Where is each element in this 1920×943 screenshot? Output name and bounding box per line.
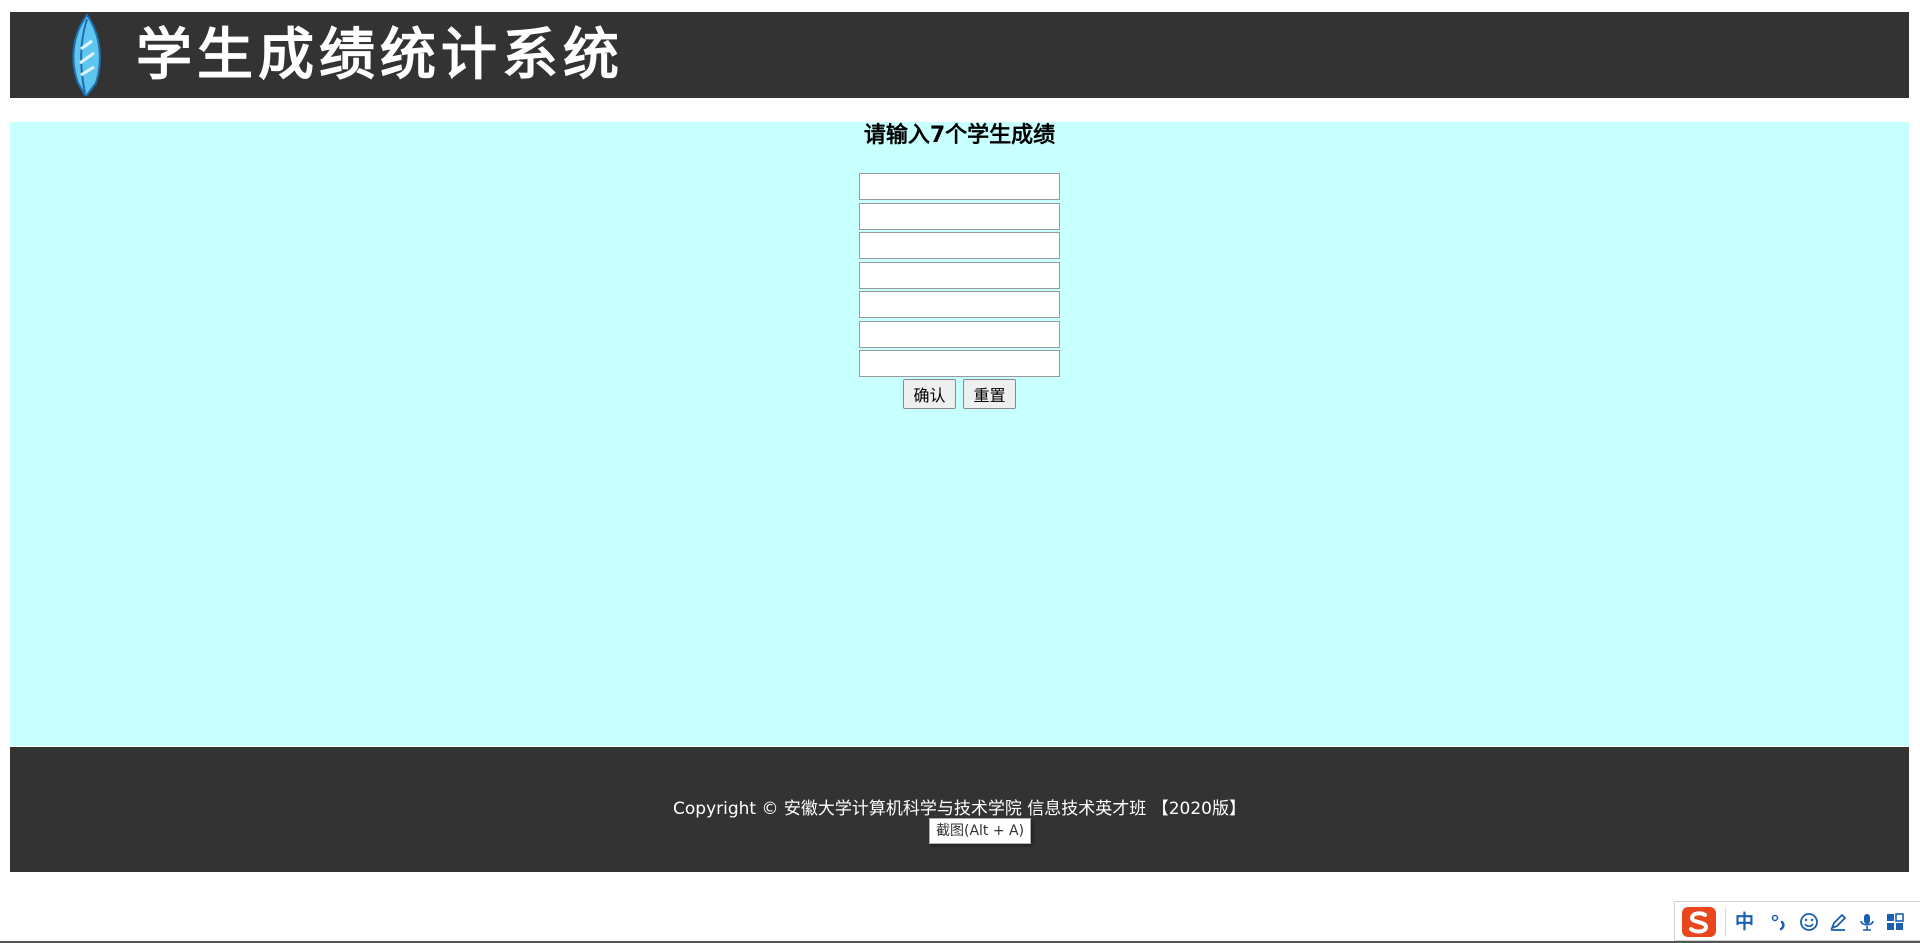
reset-button[interactable]: 重置 (963, 379, 1016, 409)
microphone-icon[interactable] (1857, 912, 1877, 932)
score-input-5[interactable] (859, 291, 1060, 318)
score-input-4[interactable] (859, 262, 1060, 289)
screenshot-tooltip: 截图(Alt + A) (929, 818, 1032, 844)
score-input-1[interactable] (859, 173, 1060, 200)
toolbox-icon[interactable] (1885, 912, 1905, 932)
score-input-7[interactable] (859, 350, 1060, 377)
main-content: 请输入7个学生成绩 确认 重置 (10, 122, 1909, 746)
score-input-6[interactable] (859, 321, 1060, 348)
site-title: 学生成绩统计系统 (136, 22, 624, 88)
ime-separator (1725, 908, 1726, 936)
feather-icon (72, 13, 101, 96)
punctuation-icon[interactable] (1770, 912, 1790, 932)
emoji-icon[interactable] (1799, 912, 1819, 932)
ime-toolbar: 中 (1674, 901, 1920, 941)
site-header: 学生成绩统计系统 (10, 12, 1909, 98)
confirm-button[interactable]: 确认 (903, 379, 956, 409)
form-heading: 请输入7个学生成绩 (863, 123, 1056, 148)
score-input-2[interactable] (859, 203, 1060, 230)
brush-icon[interactable] (1828, 912, 1848, 932)
sogou-s-icon[interactable] (1681, 906, 1717, 938)
score-input-3[interactable] (859, 232, 1060, 259)
site-footer: Copyright © 安徽大学计算机科学与技术学院 信息技术英才班 【2020… (10, 747, 1909, 872)
ime-mode-toggle[interactable]: 中 (1735, 908, 1754, 936)
